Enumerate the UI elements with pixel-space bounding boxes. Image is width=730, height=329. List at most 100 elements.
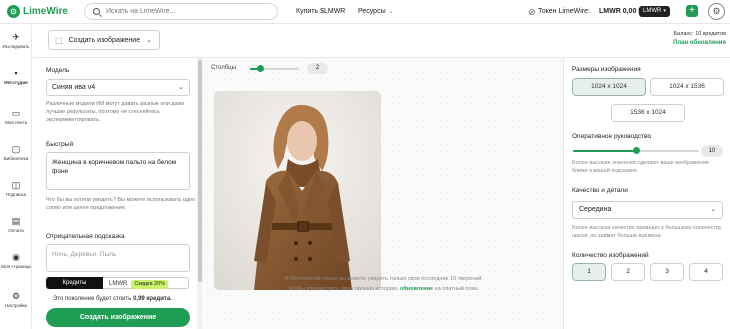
prompt-label: Быстрый <box>46 141 74 148</box>
sidebar-item-explore[interactable]: ✈ Исследовать <box>0 32 32 49</box>
add-button[interactable]: + <box>686 5 698 17</box>
count-option-4[interactable]: 4 <box>689 263 723 281</box>
settings-scrollbar[interactable] <box>197 58 203 329</box>
model-label: Модель <box>46 67 70 74</box>
search-input[interactable] <box>106 8 266 15</box>
token-icon: ⊘ <box>528 7 536 17</box>
discount-badge: Скидка 20% <box>131 280 169 289</box>
compass-icon: ✈ <box>12 32 20 42</box>
lmwr-tab[interactable]: LMWR Скидка 20% <box>103 277 189 289</box>
guidance-label: Оперативное руководство <box>572 133 652 140</box>
sidebar-item-subscription[interactable]: ◫ Подписка <box>0 180 32 197</box>
chevron-down-icon: ⌄ <box>388 9 394 15</box>
cost-text: Это поколение будет стоить 0,99 кредита. <box>53 296 172 302</box>
sidebar: ✈ Исследовать ▪ ИИ-студия ▭ Моя лента ▢ … <box>0 25 32 329</box>
logo-text: LimeWire <box>23 6 68 17</box>
guidance-slider[interactable] <box>573 147 699 154</box>
prompt-input[interactable]: Женщина в коричневом пальто на белом фон… <box>46 152 190 190</box>
size-option-1024x1536[interactable]: 1024 x 1536 <box>650 78 724 96</box>
buy-lmwr-link[interactable]: Купить $LMWR <box>296 8 345 15</box>
ai-studio-icon: ▪ <box>14 68 18 78</box>
model-select[interactable]: Синяя ива v4 ⌄ <box>46 79 190 96</box>
resources-menu[interactable]: Ресурсы ⌄ <box>358 8 394 15</box>
top-bar: ⊙ LimeWire Купить $LMWR Ресурсы⌄ ⊘ Токен… <box>0 0 730 24</box>
negative-prompt-label: Отрицательная подсказка <box>46 233 125 240</box>
history-note: Чтобы просмотреть свою полную историю, о… <box>224 286 544 292</box>
columns-slider[interactable] <box>250 65 299 72</box>
sidebar-item-label: Моя лента <box>4 120 28 125</box>
quality-label: Качество и детали <box>572 187 628 194</box>
sidebar-item-label: Исследовать <box>2 44 30 49</box>
token-badge-label: LMWR <box>643 8 662 14</box>
sidebar-item-library[interactable]: ▢ Библиотека <box>0 144 32 161</box>
profile-icon: ◉ <box>12 252 20 262</box>
size-option-1536x1024[interactable]: 1536 x 1024 <box>611 104 685 122</box>
count-option-3[interactable]: 3 <box>650 263 684 281</box>
sidebar-item-label: Моя страница <box>1 264 31 269</box>
sidebar-item-feed[interactable]: ▭ Моя лента <box>0 108 32 125</box>
negative-prompt-input[interactable]: Ночь, Деревья, Пыль <box>46 244 190 272</box>
limewire-logo-icon: ⊙ <box>7 5 20 18</box>
balance-block: Баланс: 10 кредитов План обновления <box>673 31 726 46</box>
token-badge[interactable]: LMWR ▾ <box>639 6 670 17</box>
count-option-2[interactable]: 2 <box>611 263 645 281</box>
chevron-down-icon: ⌄ <box>710 206 716 213</box>
guidance-slider-knob[interactable] <box>633 147 640 154</box>
image-size-label: Размеры изображения <box>572 66 641 73</box>
sidebar-item-payment[interactable]: ▤ Оплата <box>0 216 32 233</box>
upgrade-plan-link[interactable]: План обновления <box>673 40 726 46</box>
size-option-1024x1024[interactable]: 1024 x 1024 <box>572 78 646 96</box>
payment-icon: ▤ <box>11 216 21 226</box>
generated-image[interactable] <box>214 91 381 290</box>
sidebar-item-label: ИИ-студия <box>4 80 28 85</box>
sidebar-item-label: Настройки <box>4 303 28 308</box>
chevron-down-icon: ▾ <box>663 8 666 14</box>
subscription-icon: ◫ <box>11 180 21 190</box>
sidebar-item-settings[interactable]: ⚙ Настройки <box>0 291 32 308</box>
guidance-value: 10 <box>701 145 723 157</box>
avatar[interactable]: ⚙ <box>708 3 725 20</box>
upgrade-link[interactable]: обновление <box>400 286 433 292</box>
token-label: Токен LimeWire: <box>538 8 590 15</box>
quality-select[interactable]: Середина ⌄ <box>572 201 723 219</box>
balance-text: Баланс: 10 кредитов <box>673 31 726 37</box>
logo[interactable]: ⊙ LimeWire <box>7 5 68 18</box>
guidance-hint: Более высокие значения сделают ваше изоб… <box>572 160 710 174</box>
mode-label: Создать изображение <box>68 36 141 44</box>
sidebar-item-ai-studio[interactable]: ▪ ИИ-студия <box>0 68 32 85</box>
history-note-suffix: на платный план. <box>434 286 480 292</box>
lmwr-tab-label: LMWR <box>109 281 128 287</box>
feed-icon: ▭ <box>11 108 21 118</box>
create-image-button[interactable]: Создать изображение <box>46 308 190 327</box>
token-value: LMWR 0,00 $ <box>599 8 643 15</box>
search-bar[interactable] <box>84 3 278 20</box>
free-plan-note: В бесплатном плане вы можете увидеть тол… <box>284 276 484 282</box>
image-count-label: Количество изображений <box>572 252 649 259</box>
model-hint: Различные модели ИИ могут давать разные … <box>46 101 185 123</box>
prompt-hint: Что бы вы хотели увидеть? Вы можете испо… <box>46 197 196 211</box>
columns-label: Столбцы <box>211 65 236 71</box>
sidebar-item-label: Подписка <box>5 192 27 197</box>
user-icon: ⚙ <box>712 6 721 16</box>
columns-slider-knob[interactable] <box>256 65 264 72</box>
gallery-area: Столбцы 2 В бесплатном плане вы можете у… <box>204 58 563 329</box>
library-icon: ▢ <box>11 144 21 154</box>
generated-image-woman-in-coat <box>214 91 381 290</box>
quality-value: Середина <box>579 206 612 213</box>
image-options-panel: Размеры изображения 1024 x 1024 1024 x 1… <box>563 58 730 329</box>
sidebar-item-profile[interactable]: ◉ Моя страница <box>0 252 32 269</box>
history-note-prefix: Чтобы просмотреть свою полную историю, <box>288 286 399 292</box>
resources-label: Ресурсы <box>358 8 386 15</box>
search-icon <box>93 8 100 15</box>
count-option-1[interactable]: 1 <box>572 263 606 281</box>
quality-hint: Более высокое качество приведет к больше… <box>572 225 722 239</box>
cost-prefix: Это поколение будет стоить <box>53 296 132 302</box>
settings-icon: ⚙ <box>11 291 21 301</box>
model-value: Синяя ива v4 <box>52 84 96 91</box>
chevron-down-icon: ⌄ <box>146 37 152 44</box>
scrollbar-thumb[interactable] <box>198 60 202 282</box>
mode-dropdown[interactable]: ⬚ Создать изображение ⌄ <box>48 30 160 50</box>
credits-tab[interactable]: Кредиты <box>46 277 103 289</box>
chevron-down-icon: ⌄ <box>178 84 184 91</box>
guidance-slider-fill <box>573 150 636 152</box>
